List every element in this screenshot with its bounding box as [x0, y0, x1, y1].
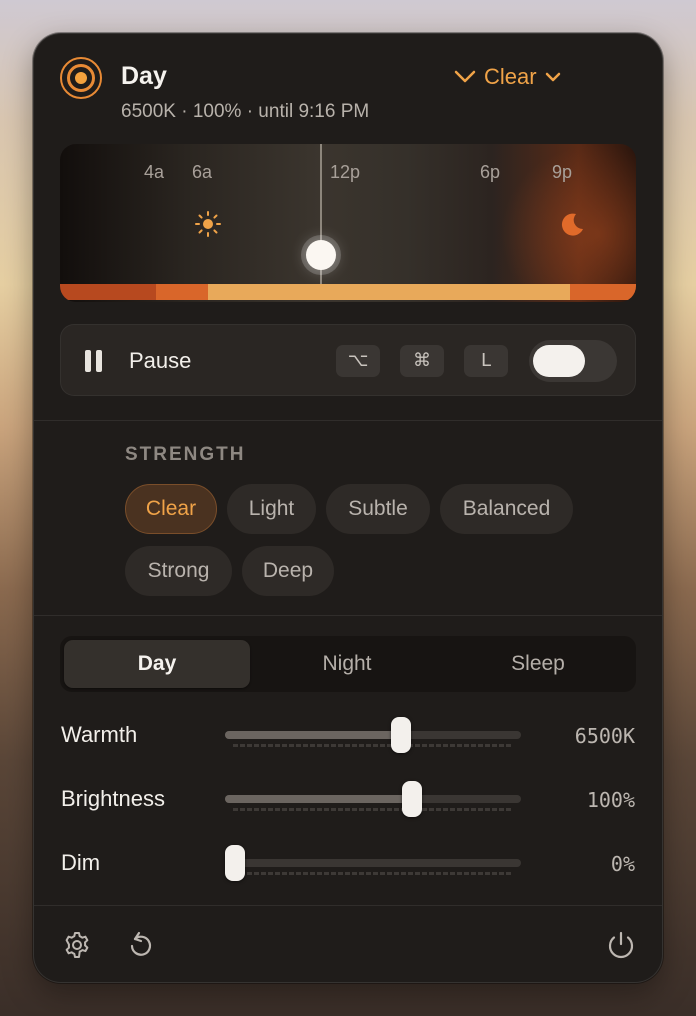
chevron-down-icon: [454, 70, 476, 83]
status-subtitle: 6500K · 100% · until 9:16 PM: [121, 101, 370, 122]
slider-fill: [225, 731, 401, 739]
tick-label: 4a: [144, 162, 165, 182]
brightness-value: 100%: [586, 788, 635, 812]
power-icon[interactable]: [606, 930, 636, 960]
shortcut-key-option: ⌥: [336, 345, 380, 377]
day-timeline[interactable]: 4a 6a 12p 6p 9p: [60, 144, 636, 302]
pause-icon[interactable]: [85, 350, 103, 372]
preset-dropdown-label: Clear: [484, 64, 537, 89]
dim-label: Dim: [61, 850, 101, 875]
preset-dropdown[interactable]: Clear: [454, 64, 561, 90]
tab-night[interactable]: Night: [254, 640, 440, 688]
slider-ticks: [233, 872, 513, 875]
tick-label: 9p: [552, 162, 573, 182]
settings-icon[interactable]: [62, 930, 92, 960]
night-segment: [60, 284, 156, 300]
strength-option-deep[interactable]: Deep: [242, 546, 334, 596]
slider-thumb[interactable]: [225, 845, 245, 881]
strength-option-subtle[interactable]: Subtle: [326, 484, 430, 534]
tick-label: 6a: [192, 162, 213, 182]
tab-day[interactable]: Day: [64, 640, 250, 688]
warmth-label: Warmth: [61, 722, 138, 747]
pause-toggle[interactable]: [529, 340, 617, 382]
slider-thumb[interactable]: [390, 717, 411, 753]
reset-icon[interactable]: [126, 930, 156, 960]
control-panel: Day 6500K · 100% · until 9:16 PM Clear 4…: [33, 33, 663, 983]
divider: [34, 615, 662, 616]
strength-option-balanced[interactable]: Balanced: [440, 484, 573, 534]
toggle-knob: [533, 345, 585, 377]
day-segment: [208, 284, 570, 300]
divider: [34, 905, 662, 906]
tick-label: 12p: [330, 162, 361, 182]
slider-ticks: [233, 808, 513, 811]
tab-sleep[interactable]: Sleep: [444, 640, 632, 688]
strength-heading: STRENGTH: [125, 444, 246, 465]
slider-fill: [225, 795, 412, 803]
tick-label: 6p: [480, 162, 501, 182]
evening-segment: [570, 284, 636, 300]
brightness-label: Brightness: [61, 786, 165, 811]
warmth-value: 6500K: [574, 724, 635, 748]
pause-row: Pause ⌥ ⌘ L: [60, 324, 636, 396]
pause-label: Pause: [129, 348, 192, 373]
current-time-handle[interactable]: [306, 240, 336, 270]
dim-slider[interactable]: [225, 845, 521, 881]
shortcut-key-l: L: [464, 345, 508, 377]
mode-title: Day: [121, 62, 167, 90]
sun-mode-icon: [60, 57, 102, 99]
chevron-down-small-icon: [545, 72, 560, 82]
strength-option-strong[interactable]: Strong: [125, 546, 232, 596]
strength-option-light[interactable]: Light: [227, 484, 316, 534]
sun-icon: [195, 211, 221, 237]
mode-tabs: Day Night Sleep: [60, 636, 636, 692]
dim-value: 0%: [610, 852, 635, 876]
divider: [34, 420, 662, 421]
moon-icon: [561, 213, 583, 236]
strength-option-clear[interactable]: Clear: [125, 484, 217, 534]
warmth-slider[interactable]: [225, 717, 521, 753]
brightness-slider[interactable]: [225, 781, 521, 817]
dawn-segment: [156, 284, 208, 300]
slider-thumb[interactable]: [401, 781, 422, 817]
current-time-line: [320, 144, 322, 300]
slider-ticks: [233, 744, 513, 747]
shortcut-key-command: ⌘: [400, 345, 444, 377]
